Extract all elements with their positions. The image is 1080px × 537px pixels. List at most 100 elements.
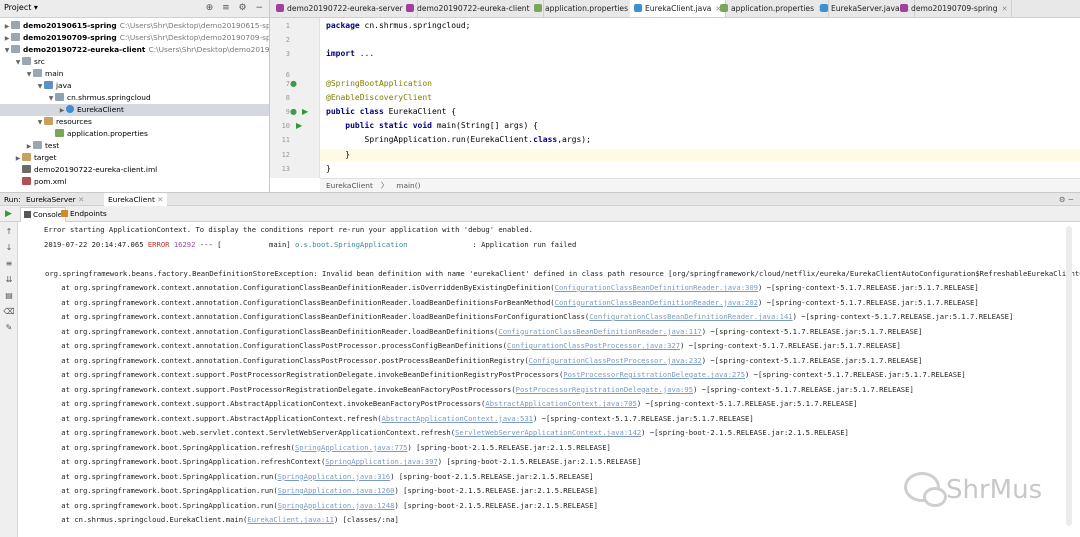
tree-item[interactable]: ▼ java [0,80,269,92]
editor-tab-label: demo20190722-eureka-client [417,4,530,13]
file-type-icon [406,4,414,12]
close-icon[interactable]: ✕ [1002,5,1008,13]
rerun-icon[interactable]: ▶ [5,206,12,222]
up-arrow-icon[interactable]: ↑ [3,226,15,238]
source-link[interactable]: ConfigurationClassBeanDefinitionReader.j… [555,283,758,292]
console-text: at org.springframework.context.annotatio… [44,341,508,350]
tab-endpoints-label: Endpoints [70,209,107,218]
source-link[interactable]: ConfigurationClassPostProcessor.java:327 [507,341,680,350]
spring-bean-icon[interactable]: ● [290,107,297,116]
source-link[interactable]: SpringApplication.java:316 [278,472,391,481]
tree-item[interactable]: application.properties [0,128,269,140]
run-tab-eurekaclient[interactable]: EurekaClient ✕ [104,193,168,206]
tree-item-label: demo20190709-spring [23,33,117,42]
gear-icon[interactable]: ⚙ − [1059,193,1074,206]
code-line[interactable]: } [320,149,1080,161]
run-gutter-icon[interactable]: ▶ [296,121,302,130]
source-link[interactable]: EurekaClient.java:11 [247,515,334,524]
tree-item[interactable]: demo20190722-eureka-client.iml [0,164,269,176]
source-link[interactable]: SpringApplication.java:1260 [278,486,395,495]
editor-tab[interactable]: application.properties✕ [530,0,643,17]
run-panel-header: Run: EurekaServer ✕ EurekaClient ✕ ⚙ − [0,192,1080,206]
tree-item[interactable]: ▶ demo20190615-spring C:\Users\Shr\Desktop… [0,20,269,32]
soft-wrap-icon[interactable]: ≡ [3,258,15,270]
tree-item[interactable]: ▼ main [0,68,269,80]
console-text: at org.springframework.boot.SpringApplic… [44,500,278,510]
tree-item[interactable]: ▼ src [0,56,269,68]
tree-item-label: java [56,81,72,90]
source-link[interactable]: ConfigurationClassPostProcessor.java:232 [529,356,702,365]
console-scrollbar[interactable] [1066,226,1072,526]
source-link[interactable]: PostProcessorRegistrationDelegate.java:9… [516,385,693,394]
clear-icon[interactable]: ⌫ [3,306,15,318]
code-line[interactable]: public class EurekaClient { [326,106,456,118]
source-link[interactable]: ConfigurationClassBeanDefinitionReader.j… [498,327,701,336]
tree-item[interactable]: ▶ demo20190709-spring C:\Users\Shr\Desktop… [0,32,269,44]
java-icon [66,105,74,113]
console-line: at org.springframework.boot.SpringApplic… [44,486,598,495]
tab-endpoints[interactable]: Endpoints [58,207,110,221]
code-line[interactable]: SpringApplication.run(EurekaClient.class… [326,134,591,146]
console-line: at org.springframework.boot.SpringApplic… [44,443,611,452]
code-editor[interactable]: package cn.shrmus.springcloud; import ...… [320,18,1080,178]
source-link[interactable]: SpringApplication.java:1248 [278,501,395,510]
console-text: Error starting ApplicationContext. To di… [44,225,533,234]
project-view-selector[interactable]: Project ▾ [4,3,38,12]
down-arrow-icon[interactable]: ↓ [3,242,15,254]
code-line[interactable]: } [326,163,331,175]
tree-item[interactable]: ▶ target [0,152,269,164]
project-panel-tools[interactable]: ⊕ ≡ ⚙ − [206,3,266,13]
console-text: ) ~[spring-context-5.1.7.RELEASE.jar:5.1… [701,355,923,365]
code-line[interactable]: package cn.shrmus.springcloud; [326,20,471,32]
run-tab-eurekaserver[interactable]: EurekaServer ✕ [22,193,88,206]
code-line[interactable]: @EnableDiscoveryClient [326,92,432,104]
console-line: at org.springframework.boot.web.servlet.… [44,428,849,437]
console-text: ) [spring-boot-2.1.5.RELEASE.jar:2.1.5.R… [394,486,598,495]
run-gutter-icon[interactable]: ▶ [302,107,308,116]
tree-item[interactable]: pom.xml [0,176,269,188]
source-link[interactable]: AbstractApplicationContext.java:531 [382,414,533,423]
breadcrumb-item[interactable]: main() [396,181,420,190]
pkg-icon [55,93,64,101]
editor-tab[interactable]: demo20190709-spring ✕ [896,0,1013,17]
tree-item-label: resources [56,117,92,126]
console-text: ) [spring-boot-2.1.5.RELEASE.jar:2.1.5.R… [394,500,598,510]
tree-item[interactable]: ▶ test [0,140,269,152]
code-token: ... [359,49,375,58]
editor-tab[interactable]: EurekaClient.java ✕ [630,0,727,17]
tree-item[interactable]: ▼ resources [0,116,269,128]
code-token: } [326,164,331,173]
tree-item-label: application.properties [67,129,148,138]
run-tab-label: EurekaServer [26,195,76,204]
tree-item[interactable]: ▼ cn.shrmus.springcloud [0,92,269,104]
source-link[interactable]: SpringApplication.java:775 [295,443,408,452]
tree-item[interactable]: ▶ EurekaClient [0,104,269,116]
code-line[interactable]: public static void main(String[] args) { [326,120,538,132]
line-number: 9 [285,108,290,116]
console-text: at org.springframework.boot.SpringApplic… [44,457,326,466]
code-line[interactable]: import ... [326,48,374,60]
editor-tab[interactable]: demo20190722-eureka-server✕ [272,0,418,17]
source-link[interactable]: ConfigurationClassBeanDefinitionReader.j… [555,298,758,307]
editor-tab[interactable]: application.properties✕ [716,0,829,17]
pin-icon[interactable]: ✎ [3,322,15,334]
source-link[interactable]: ConfigurationClassBeanDefinitionReader.j… [589,312,792,321]
tree-item-label: main [45,69,64,78]
editor-gutter[interactable]: 1 2 3 6 7 8 9 10 11 12 13 ● ● ▶ ▶ [270,18,320,178]
spring-bean-icon[interactable]: ● [290,79,297,88]
source-link[interactable]: AbstractApplicationContext.java:705 [485,399,636,408]
source-link[interactable]: SpringApplication.java:397 [325,457,438,466]
tree-item-label: src [34,57,45,66]
line-number: 1 [285,22,290,30]
tree-item-label: test [45,141,60,150]
print-icon[interactable]: ▤ [3,290,15,302]
code-line[interactable]: @SpringBootApplication [326,78,432,90]
source-link[interactable]: PostProcessorRegistrationDelegate.java:2… [563,370,745,379]
console-text: at org.springframework.boot.SpringApplic… [44,486,278,495]
source-link[interactable]: ServletWebServerApplicationContext.java:… [455,428,641,437]
editor-tab[interactable]: demo20190722-eureka-client✕ [402,0,545,17]
console-line: at org.springframework.context.annotatio… [44,327,922,336]
scroll-to-end-icon[interactable]: ⇊ [3,274,15,286]
breadcrumb-item[interactable]: EurekaClient [326,181,373,190]
tree-item[interactable]: ▼ demo20190722-eureka-client C:\Users\Shr\… [0,44,269,56]
